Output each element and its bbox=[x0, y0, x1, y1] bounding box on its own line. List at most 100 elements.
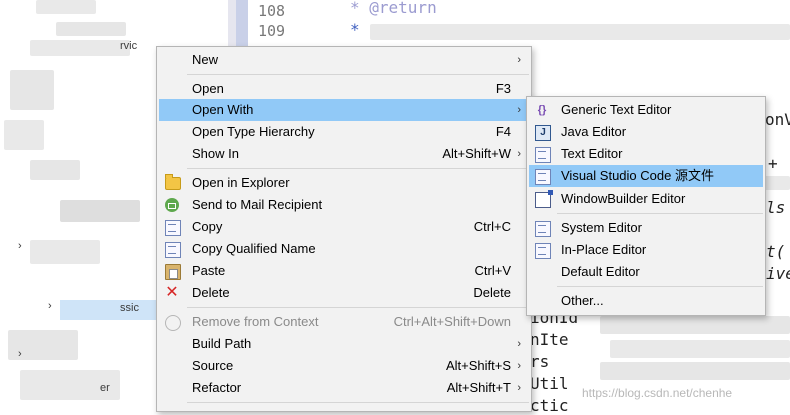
menu-item-show-in[interactable]: Show In Alt+Shift+W › bbox=[159, 143, 529, 165]
menu-item-label: In-Place Editor bbox=[561, 242, 647, 257]
blurred-code-line bbox=[764, 176, 790, 190]
watermark: https://blog.csdn.net/chenhe bbox=[582, 386, 733, 400]
text-editor-icon bbox=[535, 147, 551, 163]
generic-editor-icon: {} bbox=[537, 104, 547, 116]
menu-item-label: Delete bbox=[192, 285, 230, 300]
code-fragment: Util bbox=[530, 374, 569, 393]
menu-item-label: Default Editor bbox=[561, 264, 640, 279]
blurred-tree-item bbox=[60, 200, 140, 222]
submenu-arrow-icon: › bbox=[517, 338, 521, 350]
menu-separator bbox=[187, 402, 529, 403]
submenu-item-system-editor[interactable]: System Editor bbox=[529, 217, 763, 239]
menu-item-label: Text Editor bbox=[561, 146, 623, 161]
menu-item-label: Build Path bbox=[192, 336, 252, 351]
menu-item-label: Open With bbox=[192, 102, 254, 117]
submenu-arrow-icon: › bbox=[517, 104, 521, 116]
menu-item-label: Open bbox=[192, 81, 224, 96]
submenu-item-text-editor[interactable]: Text Editor bbox=[529, 143, 763, 165]
menu-item-label: Copy Qualified Name bbox=[192, 241, 316, 256]
menu-item-label: System Editor bbox=[561, 220, 642, 235]
code-fragment: rs bbox=[530, 352, 550, 371]
mail-icon bbox=[165, 198, 179, 212]
paste-icon bbox=[165, 264, 181, 280]
submenu-item-java-editor[interactable]: J Java Editor bbox=[529, 121, 763, 143]
submenu-arrow-icon: › bbox=[517, 54, 521, 66]
blurred-tree-item bbox=[30, 160, 80, 180]
menu-item-shortcut: Alt+Shift+T bbox=[446, 380, 511, 395]
menu-item-shortcut: Alt+Shift+W bbox=[442, 146, 511, 161]
menu-item-copy[interactable]: Copy Ctrl+C bbox=[159, 216, 529, 238]
line-number: 109 bbox=[258, 22, 286, 40]
menu-item-paste[interactable]: Paste Ctrl+V bbox=[159, 260, 529, 282]
menu-item-open-in-explorer[interactable]: Open in Explorer bbox=[159, 172, 529, 194]
tree-expand-arrow[interactable]: › bbox=[18, 240, 22, 252]
submenu-item-other[interactable]: Other... bbox=[529, 290, 763, 312]
submenu-arrow-icon: › bbox=[517, 382, 521, 394]
menu-separator bbox=[187, 74, 529, 75]
menu-item-send-to-mail[interactable]: Send to Mail Recipient bbox=[159, 194, 529, 216]
tree-text-fragment: ssic bbox=[120, 302, 139, 314]
tree-expand-arrow[interactable]: › bbox=[48, 300, 52, 312]
blurred-tree-item bbox=[36, 0, 96, 14]
menu-item-shortcut: Alt+Shift+S bbox=[445, 358, 511, 373]
copy-qualified-icon bbox=[165, 242, 181, 258]
menu-item-refactor[interactable]: Refactor Alt+Shift+T › bbox=[159, 377, 529, 399]
blurred-code-line bbox=[370, 24, 790, 40]
menu-item-label: Generic Text Editor bbox=[561, 102, 672, 117]
submenu-item-vscode[interactable]: Visual Studio Code 源文件 bbox=[529, 165, 763, 187]
blurred-tree-item bbox=[4, 120, 44, 150]
menu-item-label: Visual Studio Code 源文件 bbox=[561, 168, 714, 183]
menu-item-remove-from-context[interactable]: Remove from Context Ctrl+Alt+Shift+Down bbox=[159, 311, 529, 333]
menu-item-shortcut: Ctrl+Alt+Shift+Down bbox=[393, 314, 511, 329]
blurred-tree-item bbox=[56, 22, 126, 36]
code-fragment: + bbox=[768, 154, 778, 173]
menu-item-shortcut: F3 bbox=[495, 81, 511, 96]
delete-icon: ✕ bbox=[165, 284, 179, 301]
copy-icon bbox=[165, 220, 181, 236]
context-menu: New › Open F3 Open With › Open Type Hier… bbox=[156, 46, 532, 412]
submenu-item-windowbuilder-editor[interactable]: WindowBuilder Editor bbox=[529, 188, 763, 210]
system-editor-icon bbox=[535, 221, 551, 237]
menu-item-delete[interactable]: ✕ Delete Delete bbox=[159, 282, 529, 304]
blurred-code-line bbox=[600, 316, 790, 334]
menu-item-shortcut: Delete bbox=[473, 285, 511, 300]
submenu-arrow-icon: › bbox=[517, 360, 521, 372]
code-fragment: ive bbox=[766, 264, 790, 283]
menu-separator bbox=[557, 286, 763, 287]
tree-text-fragment: er bbox=[100, 382, 110, 394]
menu-item-source[interactable]: Source Alt+Shift+S › bbox=[159, 355, 529, 377]
menu-item-label: Open in Explorer bbox=[192, 175, 290, 190]
menu-separator bbox=[557, 213, 763, 214]
inplace-editor-icon bbox=[535, 243, 551, 259]
java-editor-icon: J bbox=[535, 125, 551, 141]
blurred-tree-item bbox=[30, 240, 100, 264]
windowbuilder-icon bbox=[535, 190, 553, 208]
folder-icon bbox=[165, 174, 181, 190]
code-javadoc-return: * @return bbox=[350, 0, 437, 17]
submenu-item-default-editor[interactable]: Default Editor bbox=[529, 261, 763, 283]
menu-item-copy-qualified-name[interactable]: Copy Qualified Name bbox=[159, 238, 529, 260]
submenu-item-in-place-editor[interactable]: In-Place Editor bbox=[529, 239, 763, 261]
line-number: 108 bbox=[258, 2, 286, 20]
menu-item-label: Remove from Context bbox=[192, 314, 319, 329]
menu-separator bbox=[187, 307, 529, 308]
menu-item-shortcut: Ctrl+C bbox=[473, 219, 511, 234]
submenu-arrow-icon: › bbox=[517, 148, 521, 160]
code-fragment: onVo bbox=[765, 110, 790, 129]
submenu-item-generic-text-editor[interactable]: {} Generic Text Editor bbox=[529, 99, 763, 121]
tree-expand-arrow[interactable]: › bbox=[18, 348, 22, 360]
menu-item-open-with[interactable]: Open With › bbox=[159, 99, 529, 121]
remove-context-icon bbox=[165, 315, 181, 331]
blurred-code-line bbox=[600, 362, 790, 380]
menu-item-open[interactable]: Open F3 bbox=[159, 78, 529, 100]
code-fragment: ctic bbox=[530, 396, 569, 415]
tree-text-fragment: rvic bbox=[120, 40, 138, 52]
code-fragment: t( bbox=[766, 242, 786, 261]
menu-item-open-type-hierarchy[interactable]: Open Type Hierarchy F4 bbox=[159, 121, 529, 143]
menu-item-label: Java Editor bbox=[561, 124, 627, 139]
vscode-file-icon bbox=[535, 169, 551, 185]
menu-item-shortcut: F4 bbox=[495, 124, 511, 139]
menu-item-label: Open Type Hierarchy bbox=[192, 124, 315, 139]
menu-item-new[interactable]: New › bbox=[159, 49, 529, 71]
menu-item-build-path[interactable]: Build Path › bbox=[159, 333, 529, 355]
